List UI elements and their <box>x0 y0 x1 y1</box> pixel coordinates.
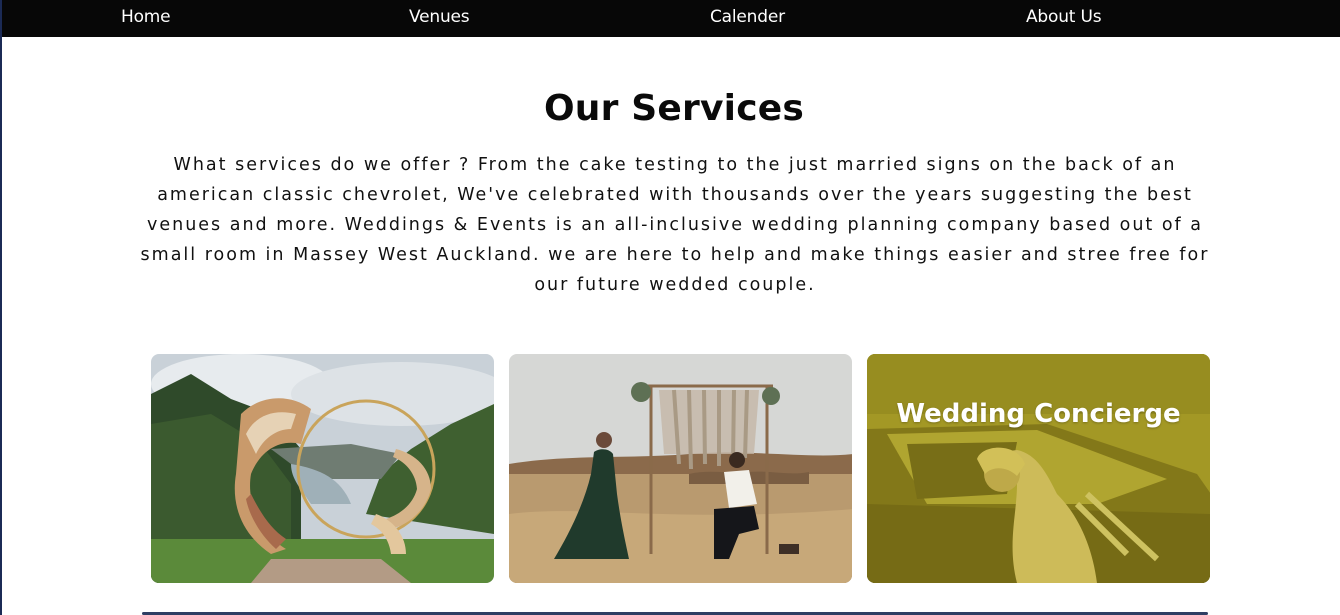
service-card-floral-arch[interactable] <box>151 354 494 583</box>
service-card-wedding-concierge[interactable]: Wedding Concierge <box>867 354 1210 583</box>
top-navbar: Home Venues Calender About Us <box>2 0 1340 37</box>
page-title: Our Services <box>543 88 804 129</box>
nav-home[interactable]: Home <box>121 7 171 27</box>
service-card-proposal[interactable] <box>509 354 852 583</box>
proposal-field-image <box>509 354 852 583</box>
card-label-wedding-concierge: Wedding Concierge <box>896 399 1181 429</box>
page: Home Venues Calender About Us Our Servic… <box>0 0 1340 615</box>
services-description: What services do we offer ? From the cak… <box>140 155 1210 295</box>
bride-car-image <box>867 354 1210 583</box>
nav-calender[interactable]: Calender <box>710 7 785 27</box>
nav-venues[interactable]: Venues <box>409 7 470 27</box>
floral-arch-image <box>151 354 494 583</box>
nav-about-us[interactable]: About Us <box>1026 7 1102 27</box>
